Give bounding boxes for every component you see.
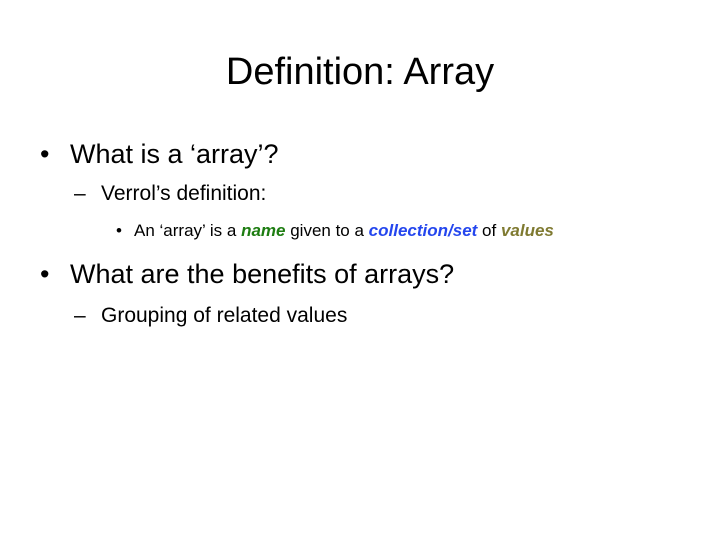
dash-icon: – <box>74 182 86 205</box>
term-values: values <box>500 221 554 240</box>
term-collection-set: collection/set <box>368 221 478 240</box>
sub-bullet-text: Verrol’s definition: <box>101 182 267 205</box>
definition-pre: An ‘array’ is a <box>134 221 242 240</box>
bullet-dot-icon: • <box>116 221 122 240</box>
bullet-text: What is a ‘array’? <box>70 139 279 169</box>
slide: Definition: Array • What is a ‘array’? –… <box>0 0 720 540</box>
bullet-text: What are the benefits of arrays? <box>70 259 455 289</box>
definition-sentence: An ‘array’ is a name given to a collecti… <box>134 219 554 243</box>
bullet-dot-icon: • <box>40 139 50 169</box>
sub-bullet-text: Grouping of related values <box>101 304 348 327</box>
term-name: name <box>241 221 286 240</box>
bullet-dot-icon: • <box>40 259 50 289</box>
definition-mid2: of <box>477 221 501 240</box>
definition-mid1: given to a <box>285 221 369 240</box>
slide-title: Definition: Array <box>225 51 495 93</box>
dash-icon: – <box>74 304 86 327</box>
